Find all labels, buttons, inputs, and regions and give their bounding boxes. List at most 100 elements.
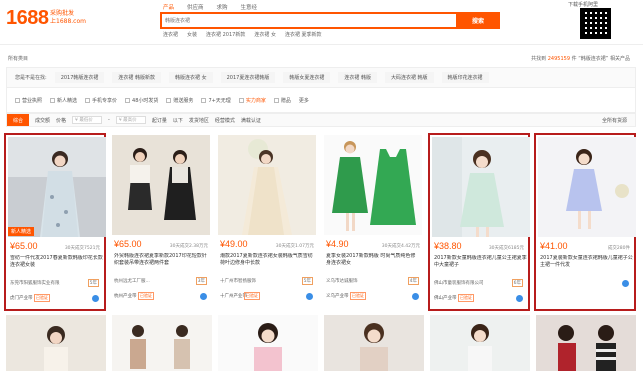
product-sold: 30天成交2.38万元 [169, 244, 208, 249]
product-company[interactable]: 东莞市阳狐服饰实业有限 [10, 280, 80, 286]
sort-more[interactable]: 满载认证 [241, 117, 261, 124]
filter-label: 营业执照 [22, 97, 43, 104]
product-image[interactable] [324, 135, 422, 235]
sort-below[interactable]: 以下 [173, 117, 183, 124]
sort-price[interactable]: 价格 [56, 117, 66, 124]
product-price: ¥65.00 [114, 239, 142, 249]
sort-comprehensive[interactable]: 综合 [7, 114, 30, 126]
site-logo[interactable]: 1688 [6, 7, 49, 30]
product-card[interactable]: ¥49.00 30天成交1.07万元 潮款2017夏新款连衣裙女装韩版气质雪纺荷… [216, 133, 318, 311]
company-years-badge: 5年 [301, 277, 313, 285]
filter-checkbox[interactable]: 新人精选 [50, 97, 77, 104]
filter-checkbox[interactable]: 7+天无理 [201, 97, 231, 104]
product-title[interactable]: 夏季女装2017新款韩版 时尚气质纯色修身连衣裙女 [326, 253, 420, 275]
product-title[interactable]: 潮款2017夏新款连衣裙女装韩版气质雪纺荷叶边修身中长款 [220, 253, 314, 275]
sort-start-batch[interactable]: 起订量 [152, 117, 167, 124]
search-tab-supplier[interactable]: 供应商 [187, 3, 204, 11]
hotword[interactable]: 女装 [187, 31, 197, 38]
suggestion-tag[interactable]: 2017夏连衣裙韩版 [220, 72, 276, 83]
product-row-2 [4, 313, 640, 371]
chat-icon[interactable] [622, 280, 629, 287]
search-tab-business[interactable]: 生意经 [241, 3, 258, 11]
hotword[interactable]: 连衣裙 女 [254, 31, 276, 38]
product-image[interactable] [218, 135, 316, 235]
search-tabs: 产品 供应商 求购 生意经 [163, 3, 257, 11]
product-location: 虎门产业带 [10, 296, 33, 301]
product-card[interactable]: ¥65.00 30天成交2.38万元 外贸韩版连衣裙夏季新款2017印花短款针织… [110, 133, 212, 311]
product-location: 义乌产业带 [326, 294, 349, 299]
filter-checkbox[interactable]: 手机专享价 [85, 97, 117, 104]
product-title[interactable]: 2017新款女童韩版连衣裙儿童公主裙夏季中大童裙子 [434, 255, 528, 277]
product-thumbnail[interactable] [536, 315, 636, 371]
chat-icon[interactable] [92, 295, 99, 302]
product-price: ¥4.90 [326, 239, 349, 249]
suggestion-row: 您是不是在找: 2017韩版连衣裙 连衣裙 韩版新款 韩版连衣裙 女 2017夏… [7, 68, 635, 88]
product-card[interactable]: ¥41.00 成交280件 2017夏装新款女童连衣裙韩版儿童裙子公主裙一件代发 [534, 133, 636, 311]
search-input[interactable] [162, 14, 452, 27]
filter-checkbox[interactable]: 赠品 [273, 97, 291, 104]
product-title[interactable]: 2017夏装新款女童连衣裙韩版儿童裙子公主裙一件代发 [540, 255, 634, 277]
sort-shipping[interactable]: 全所有货源 [602, 117, 627, 124]
qr-label: 下载手机阿里 [568, 2, 599, 8]
product-company[interactable]: 义乌市达诚服饰 [326, 278, 396, 284]
product-thumbnail[interactable] [6, 315, 106, 371]
product-thumbnail[interactable] [218, 315, 318, 371]
product-card[interactable]: ¥38.80 30天成交6185元 2017新款女童韩版连衣裙儿童公主裙夏季中大… [428, 133, 530, 311]
product-title[interactable]: 雪纺一件代发2017春夏新款韩版印花长款连衣裙女装 [10, 255, 104, 277]
service-filter-row: 营业执照 新人精选 手机专享价 48小时发货 赠送服务 7+天无理 实力商家 赠… [7, 90, 635, 110]
sort-operation-mode[interactable]: 经营模式 [215, 117, 235, 124]
hotword[interactable]: 连衣裙 夏季新款 [285, 31, 322, 38]
search-box: 搜索 [160, 12, 500, 29]
product-card[interactable]: ¥4.90 30天成交4.42万元 夏季女装2017新款韩版 时尚气质纯色修身连… [322, 133, 424, 311]
all-categories-link[interactable]: 所有类目 [8, 56, 28, 62]
price-min-input[interactable]: ¥ 最低价 [72, 116, 103, 124]
result-count: 2495159 [547, 56, 571, 62]
search-tab-product[interactable]: 产品 [163, 3, 174, 11]
product-thumbnail[interactable] [430, 315, 530, 371]
verified-badge: 已验证 [34, 294, 50, 302]
product-company[interactable]: 杭州远尤工厂服... [114, 278, 184, 284]
product-card[interactable]: 新人精选 ¥65.00 30天成交7521元 雪纺一件代发2017春夏新款韩版印… [4, 133, 106, 311]
sort-ship-from[interactable]: 发货地区 [189, 117, 209, 124]
search-tab-buying[interactable]: 求购 [217, 3, 228, 11]
hotword[interactable]: 连衣裙 [163, 31, 178, 38]
product-thumbnail[interactable] [324, 315, 424, 371]
product-image[interactable] [8, 137, 106, 237]
filter-checkbox[interactable]: 营业执照 [15, 97, 42, 104]
chat-icon[interactable] [516, 295, 523, 302]
filter-label: 手机专享价 [92, 97, 118, 104]
hotword[interactable]: 连衣裙 2017新款 [206, 31, 245, 38]
filter-checkbox-strength-merchant[interactable]: 实力商家 [238, 97, 266, 104]
suggestion-tag[interactable]: 韩版连衣裙 女 [169, 72, 213, 83]
product-image[interactable] [538, 137, 636, 237]
product-image[interactable] [112, 135, 210, 235]
filter-label: 实力商家 [245, 97, 266, 104]
suggestion-tag[interactable]: 连衣裙 韩版新款 [112, 72, 162, 83]
price-max-input[interactable]: ¥ 最高价 [115, 116, 146, 124]
product-thumbnail[interactable] [112, 315, 212, 371]
suggestion-tag[interactable]: 大码连衣裙 韩版 [384, 72, 434, 83]
suggestion-tag[interactable]: 韩版女夏连衣裙 [283, 72, 331, 83]
suggestion-tag[interactable]: 2017韩版连衣裙 [54, 72, 105, 83]
product-image[interactable] [432, 137, 530, 237]
product-company[interactable]: 十广州市智扬服饰 [220, 278, 290, 284]
sort-bar: 综合 成交额 价格 ¥ 最低价 - ¥ 最高价 起订量 以下 发货地区 经营模式… [6, 113, 636, 127]
company-years-badge: 5年 [87, 279, 99, 287]
filter-more-button[interactable]: 更多 [299, 97, 309, 104]
filter-checkbox[interactable]: 赠送服务 [166, 97, 193, 104]
product-company[interactable]: 佛山市童装服饰有限公司 [434, 280, 504, 286]
search-button[interactable]: 搜索 [456, 12, 500, 29]
sort-volume[interactable]: 成交额 [35, 117, 50, 124]
product-price: ¥49.00 [220, 239, 248, 249]
suggestion-tag[interactable]: 连衣裙 韩版 [338, 72, 377, 83]
price-separator: - [108, 117, 110, 123]
product-sold: 成交280件 [607, 246, 630, 251]
chat-icon[interactable] [306, 293, 313, 300]
chat-icon[interactable] [412, 293, 419, 300]
filter-checkbox[interactable]: 48小时发货 [125, 97, 158, 104]
product-sold: 30天成交6185元 [488, 246, 524, 251]
suggestion-tag[interactable]: 韩版印花连衣裙 [441, 72, 489, 83]
result-count-text: 共找到 2495159 件 “韩版连衣裙” 相关产品 [531, 55, 630, 62]
chat-icon[interactable] [200, 293, 207, 300]
product-title[interactable]: 外贸韩版连衣裙夏季新款2017印花短款针织套装吊带连衣裙两件套 [114, 253, 208, 275]
